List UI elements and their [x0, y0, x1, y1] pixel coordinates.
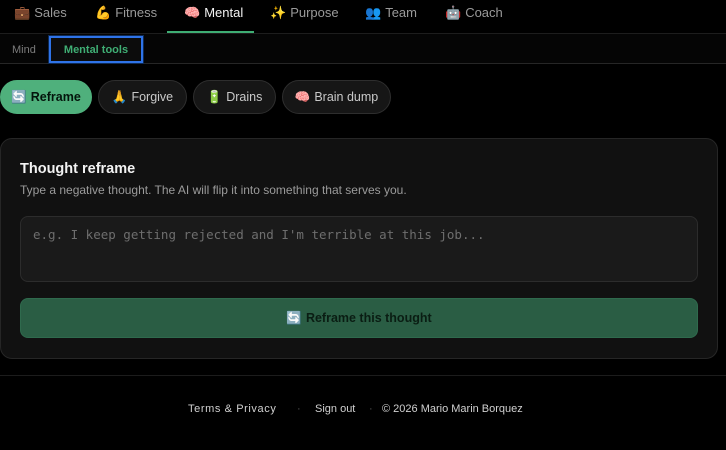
tab-sales[interactable]: 💼 Sales: [14, 0, 67, 34]
tab-label: Fitness: [115, 5, 158, 20]
tool-pill-forgive[interactable]: 🙏 Forgive: [98, 80, 187, 114]
briefcase-icon: 💼: [14, 5, 31, 20]
footer-separator: ·: [297, 403, 301, 415]
sign-out-link[interactable]: Sign out: [315, 403, 355, 415]
tab-label: Team: [385, 5, 417, 20]
tab-fitness[interactable]: 💪 Fitness: [95, 0, 157, 34]
tool-pill-label: Reframe: [30, 90, 81, 104]
tool-pill-brain-dump[interactable]: 🧠 Brain dump: [282, 80, 391, 114]
tab-purpose[interactable]: ✨ Purpose: [270, 0, 339, 34]
people-icon: 👥: [365, 5, 382, 20]
brain-icon: 🧠: [184, 5, 201, 20]
tab-team[interactable]: 👥 Team: [365, 0, 417, 34]
reframe-card: Thought reframe Type a negative thought.…: [0, 138, 718, 359]
tool-pill-label: Forgive: [131, 90, 174, 104]
tab-label: Sales: [34, 5, 67, 20]
tool-pill-label: Drains: [226, 90, 263, 104]
subtab-mental-tools[interactable]: Mental tools: [48, 35, 144, 64]
footer-separator: ·: [369, 403, 373, 415]
refresh-icon: 🔄: [11, 89, 27, 104]
reframe-button-label: Reframe this thought: [305, 311, 432, 325]
battery-icon: 🔋: [206, 89, 223, 104]
copyright-text: © 2026 Mario Marin Borquez: [382, 403, 523, 415]
tool-pill-reframe[interactable]: 🔄 Reframe: [0, 80, 92, 114]
tab-coach[interactable]: 🤖 Coach: [445, 0, 503, 34]
folded-hands-icon: 🙏: [111, 89, 128, 104]
flexed-bicep-icon: 💪: [95, 5, 112, 20]
footer-divider: [0, 375, 726, 376]
card-title: Thought reframe: [20, 161, 136, 177]
tool-pill-label: Brain dump: [314, 90, 379, 104]
terms-privacy-link[interactable]: Terms & Privacy: [188, 403, 276, 415]
brain-icon: 🧠: [294, 89, 311, 104]
tab-label: Coach: [465, 5, 503, 20]
reframe-button[interactable]: 🔄 Reframe this thought: [20, 298, 698, 338]
refresh-icon: 🔄: [286, 310, 302, 325]
tool-pill-drains[interactable]: 🔋 Drains: [193, 80, 276, 114]
top-navigation: 💼 Sales 💪 Fitness 🧠 Mental ✨ Purpose 👥 T…: [0, 0, 726, 34]
subtab-mind[interactable]: Mind: [12, 36, 36, 63]
sparkles-icon: ✨: [270, 5, 287, 20]
active-tab-indicator: [167, 31, 254, 33]
tab-label: Purpose: [290, 5, 339, 20]
tab-label: Mental: [204, 5, 244, 20]
thought-input[interactable]: [20, 216, 698, 282]
sub-navigation: Mind Mental tools: [0, 34, 726, 64]
tab-mental[interactable]: 🧠 Mental: [184, 0, 243, 34]
card-description: Type a negative thought. The AI will fli…: [20, 183, 407, 197]
footer: Terms & Privacy · Sign out · © 2026 Mari…: [0, 403, 726, 419]
robot-icon: 🤖: [445, 5, 462, 20]
